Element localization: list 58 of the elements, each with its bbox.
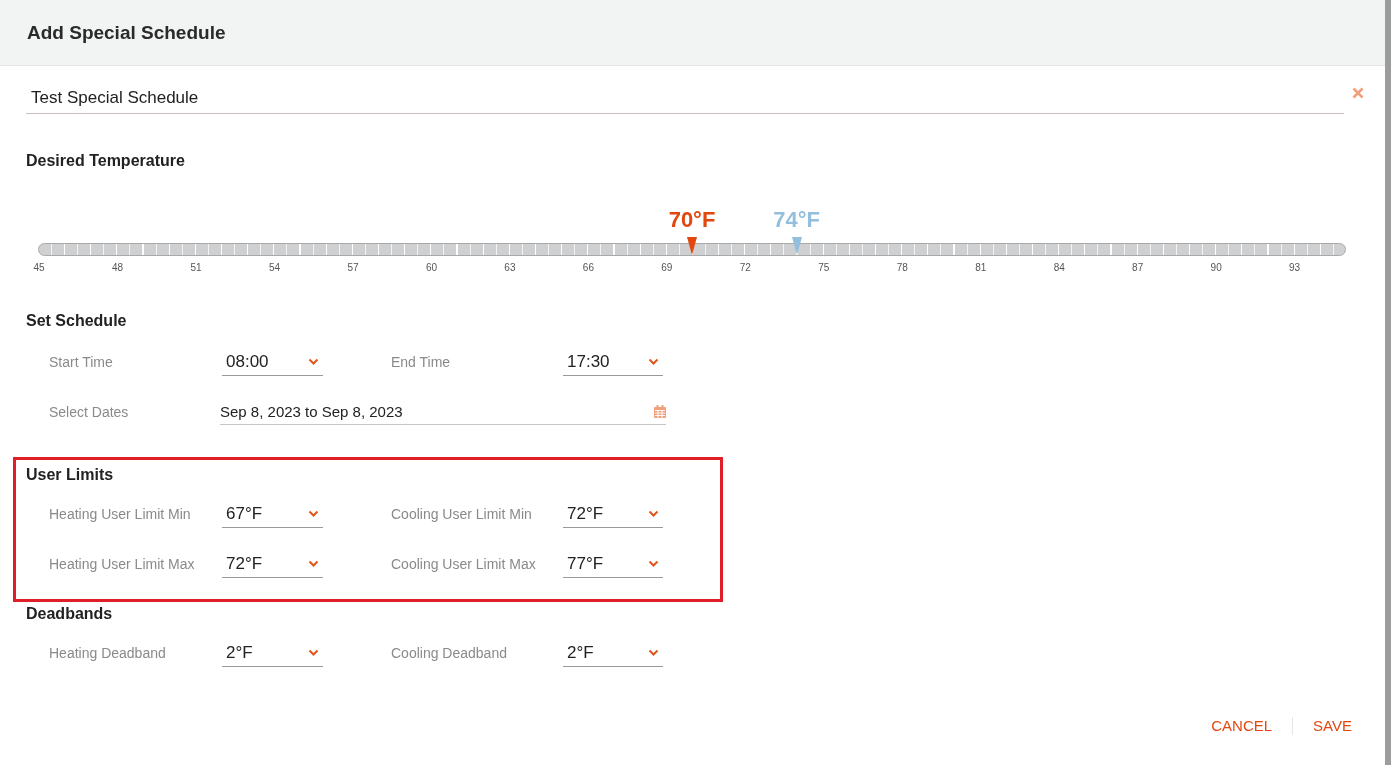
section-heading: Desired Temperature xyxy=(26,152,186,170)
dropdown-field[interactable]: 2°F xyxy=(563,639,663,667)
chevron-down-icon xyxy=(308,648,319,657)
scale-label: 63 xyxy=(504,262,516,273)
cool-setpoint-reading: 74°F xyxy=(773,207,820,233)
field-label: Heating User Limit Max xyxy=(49,556,196,572)
save-button[interactable]: SAVE xyxy=(1313,715,1352,736)
scale-label: 45 xyxy=(33,262,45,273)
scale-label: 93 xyxy=(1289,262,1301,273)
scale-label: 60 xyxy=(425,262,437,273)
field-label: Heating User Limit Min xyxy=(49,506,192,522)
calendar-icon[interactable] xyxy=(654,404,666,418)
dropdown-field[interactable]: 77°F xyxy=(563,550,663,578)
chevron-down-icon xyxy=(648,357,659,366)
field-label: Heating Deadband xyxy=(49,645,167,661)
field-label: Cooling Deadband xyxy=(391,645,508,661)
dropdown-field[interactable]: 2°F xyxy=(222,639,323,667)
chevron-down-icon xyxy=(648,509,659,518)
dropdown-field[interactable]: 72°F xyxy=(222,550,323,578)
section-heading: Deadbands xyxy=(26,605,114,623)
scale-label: 81 xyxy=(975,262,987,273)
field-label: End Time xyxy=(391,354,452,370)
field-label: Select Dates xyxy=(49,403,130,420)
scale-label: 48 xyxy=(112,262,124,273)
dialog-title: Add Special Schedule xyxy=(27,21,226,44)
field-label: Start Time xyxy=(49,354,114,370)
chevron-down-icon xyxy=(648,559,659,568)
scale-label: 75 xyxy=(818,262,830,273)
dropdown-field[interactable]: 72°F xyxy=(563,500,663,528)
scale-label: 57 xyxy=(347,262,359,273)
temperature-slider[interactable] xyxy=(38,237,1346,256)
chevron-down-icon xyxy=(308,559,319,568)
scale-label: 87 xyxy=(1132,262,1144,273)
scale-label: 54 xyxy=(268,262,281,273)
heat-setpoint-handle[interactable] xyxy=(687,237,697,255)
scale-label: 90 xyxy=(1210,262,1222,273)
section-heading: User Limits xyxy=(26,466,115,484)
scale-label: 69 xyxy=(661,262,673,273)
heat-setpoint-reading: 70°F xyxy=(668,207,716,233)
chevron-down-icon xyxy=(308,357,319,366)
dropdown-field[interactable]: 08:00 xyxy=(222,348,323,376)
scale-label: 66 xyxy=(582,262,594,273)
scale-label: 51 xyxy=(190,262,202,273)
field-label: Cooling User Limit Min xyxy=(391,506,533,522)
scale-label: 72 xyxy=(739,262,751,273)
dropdown-field[interactable]: 67°F xyxy=(222,500,323,528)
scale-label: 84 xyxy=(1053,262,1065,273)
chevron-down-icon xyxy=(308,509,319,518)
chevron-down-icon xyxy=(648,648,659,657)
schedule-name-field[interactable]: Test Special Schedule xyxy=(26,82,1344,114)
dropdown-field[interactable]: 17:30 xyxy=(563,348,663,376)
section-heading: Set Schedule xyxy=(26,312,128,330)
close-icon[interactable] xyxy=(1352,87,1364,99)
scale-label: 78 xyxy=(896,262,908,273)
cool-setpoint-handle[interactable] xyxy=(791,237,802,255)
date-range-field[interactable]: Sep 8, 2023 to Sep 8, 2023 xyxy=(220,398,666,425)
field-label: Cooling User Limit Max xyxy=(391,556,537,572)
cancel-button[interactable]: CANCEL xyxy=(1211,715,1273,736)
